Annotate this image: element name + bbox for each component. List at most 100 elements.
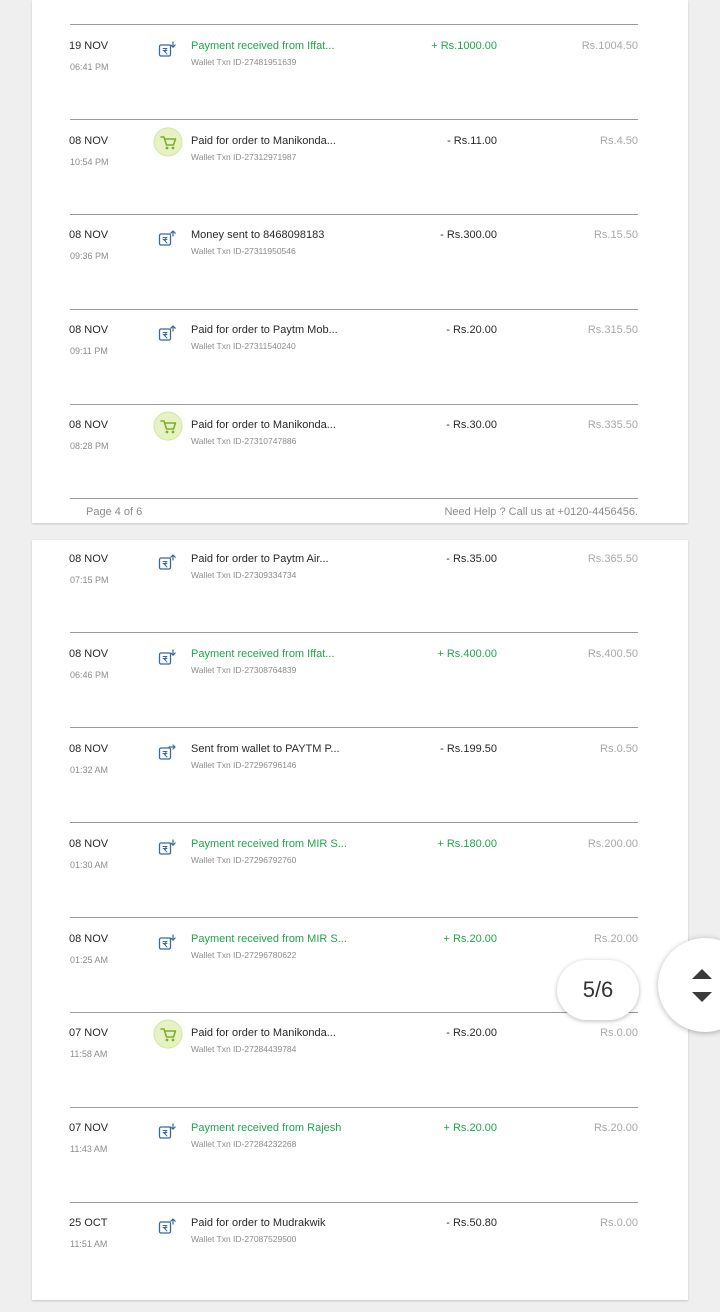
transaction-row: 08 NOV 01:30 AM Payment received from MIR … bbox=[32, 838, 688, 933]
transaction-id: Wallet Txn ID-27481951639 bbox=[191, 57, 297, 67]
transaction-amount: + Rs.180.00 bbox=[437, 838, 497, 850]
wallet-send-icon bbox=[158, 324, 176, 342]
wallet-send-icon bbox=[158, 229, 176, 247]
row-separator bbox=[70, 24, 638, 25]
transaction-description: Payment received from MIR S... bbox=[191, 933, 347, 945]
transaction-date: 08 NOV bbox=[69, 743, 109, 755]
transaction-amount: - Rs.20.00 bbox=[446, 1027, 497, 1039]
transaction-description: Paid for order to Paytm Mob... bbox=[191, 324, 338, 336]
transaction-date: 08 NOV bbox=[69, 229, 109, 241]
closing-balance: Rs.365.50 bbox=[587, 553, 638, 565]
arrow-up-icon[interactable] bbox=[692, 969, 712, 979]
wallet-receive-icon bbox=[158, 933, 176, 951]
transaction-time: 11:43 AM bbox=[70, 1144, 108, 1154]
closing-balance: Rs.15.50 bbox=[593, 229, 638, 241]
transaction-time: 01:32 AM bbox=[70, 765, 109, 775]
transaction-amount: - Rs.300.00 bbox=[440, 229, 497, 241]
transaction-time: 01:25 AM bbox=[70, 955, 109, 965]
transaction-time: 06:41 PM bbox=[70, 62, 109, 72]
transaction-date: 07 NOV bbox=[69, 1027, 109, 1039]
transaction-id: Wallet Txn ID-27308764839 bbox=[191, 665, 297, 675]
transaction-id: Wallet Txn ID-27284232268 bbox=[191, 1139, 297, 1149]
statement-page-4: 19 NOV 06:41 PM Payment received from Iffa… bbox=[32, 0, 688, 523]
row-separator bbox=[70, 1202, 638, 1203]
transaction-amount: + Rs.1000.00 bbox=[431, 40, 497, 52]
wallet-receive-icon bbox=[158, 838, 176, 856]
closing-balance: Rs.200.00 bbox=[587, 838, 638, 850]
transaction-date: 08 NOV bbox=[69, 553, 109, 565]
transaction-id: Wallet Txn ID-27312971987 bbox=[191, 152, 297, 162]
transaction-row: 08 NOV 07:15 PM Paid for order to Paytm Ai… bbox=[32, 553, 688, 648]
transaction-id: Wallet Txn ID-27296792760 bbox=[191, 855, 297, 865]
statement-page-5: 08 NOV 07:15 PM Paid for order to Paytm Ai… bbox=[32, 540, 688, 1300]
transaction-date: 07 NOV bbox=[69, 1122, 109, 1134]
transaction-description: Payment received from Iffat... bbox=[191, 648, 335, 660]
page-indicator: 5/6 bbox=[557, 960, 639, 1020]
transaction-id: Wallet Txn ID-27087529500 bbox=[191, 1234, 297, 1244]
transaction-description: Money sent to 8468098183 bbox=[191, 229, 325, 241]
transaction-time: 09:36 PM bbox=[70, 251, 109, 261]
transaction-row: 08 NOV 01:32 AM Sent from wallet to PAYTM … bbox=[32, 743, 688, 838]
closing-balance: Rs.315.50 bbox=[587, 324, 638, 336]
transaction-amount: + Rs.20.00 bbox=[443, 933, 497, 945]
transaction-date: 08 NOV bbox=[69, 419, 109, 431]
shopping-cart-icon bbox=[153, 411, 183, 441]
bank-transfer-icon bbox=[158, 743, 176, 761]
help-contact-text: Need Help ? Call us at +0120-4456456. bbox=[444, 506, 638, 518]
transaction-amount: - Rs.199.50 bbox=[440, 743, 497, 755]
row-separator bbox=[70, 1012, 638, 1013]
transaction-description: Sent from wallet to PAYTM P... bbox=[191, 743, 340, 755]
transaction-description: Payment received from Rajesh bbox=[191, 1122, 342, 1134]
transaction-date: 19 NOV bbox=[69, 40, 109, 52]
row-separator bbox=[70, 632, 638, 633]
row-separator bbox=[70, 727, 638, 728]
transaction-date: 08 NOV bbox=[69, 933, 109, 945]
page-number-label: Page 4 of 6 bbox=[86, 506, 143, 518]
transaction-amount: - Rs.20.00 bbox=[446, 324, 497, 336]
closing-balance: Rs.1004.50 bbox=[581, 40, 638, 52]
closing-balance: Rs.400.50 bbox=[587, 648, 638, 660]
row-separator bbox=[70, 1107, 638, 1108]
transaction-amount: - Rs.50.80 bbox=[446, 1217, 497, 1229]
wallet-send-icon bbox=[158, 553, 176, 571]
transaction-id: Wallet Txn ID-27311540240 bbox=[191, 341, 296, 351]
transaction-amount: - Rs.30.00 bbox=[446, 419, 497, 431]
row-separator bbox=[70, 214, 638, 215]
transaction-row: 08 NOV 06:46 PM Payment received from Iffa… bbox=[32, 648, 688, 743]
transaction-date: 08 NOV bbox=[69, 135, 109, 147]
transaction-time: 07:15 PM bbox=[70, 575, 109, 585]
transaction-date: 08 NOV bbox=[69, 648, 109, 660]
transaction-id: Wallet Txn ID-27311950546 bbox=[191, 246, 296, 256]
transaction-time: 06:46 PM bbox=[70, 670, 109, 680]
transaction-date: 25 OCT bbox=[69, 1217, 108, 1229]
transaction-amount: - Rs.35.00 bbox=[446, 553, 497, 565]
transaction-description: Payment received from MIR S... bbox=[191, 838, 347, 850]
closing-balance: Rs.20.00 bbox=[593, 1122, 638, 1134]
row-separator bbox=[70, 917, 638, 918]
closing-balance: Rs.0.00 bbox=[600, 1217, 638, 1229]
transaction-id: Wallet Txn ID-27284439784 bbox=[191, 1044, 297, 1054]
row-separator bbox=[70, 404, 638, 405]
wallet-send-icon bbox=[158, 1217, 176, 1235]
transaction-time: 10:54 PM bbox=[70, 157, 109, 167]
wallet-receive-icon bbox=[158, 1122, 176, 1140]
transaction-amount: + Rs.20.00 bbox=[443, 1122, 497, 1134]
transaction-time: 11:51 AM bbox=[70, 1239, 108, 1249]
shopping-cart-icon bbox=[153, 127, 183, 157]
closing-balance: Rs.20.00 bbox=[593, 933, 638, 945]
transaction-description: Paid for order to Manikonda... bbox=[191, 135, 336, 147]
transaction-description: Paid for order to Mudrakwik bbox=[191, 1217, 326, 1229]
transaction-time: 01:30 AM bbox=[70, 860, 109, 870]
transaction-id: Wallet Txn ID-27296780622 bbox=[191, 950, 297, 960]
closing-balance: Rs.0.00 bbox=[600, 1027, 638, 1039]
transaction-row: 08 NOV 10:54 PM Paid for order to Manikond… bbox=[32, 127, 688, 230]
arrow-down-icon[interactable] bbox=[692, 992, 712, 1002]
transaction-time: 11:58 AM bbox=[70, 1049, 108, 1059]
row-separator bbox=[70, 822, 638, 823]
wallet-receive-icon bbox=[158, 648, 176, 666]
closing-balance: Rs.0.50 bbox=[600, 743, 638, 755]
transaction-amount: - Rs.11.00 bbox=[447, 135, 497, 147]
row-separator bbox=[70, 309, 638, 310]
transaction-row: 25 OCT 11:51 AM Paid for order to Mudrakwi… bbox=[32, 1217, 688, 1312]
transaction-description: Paid for order to Paytm Air... bbox=[191, 553, 329, 565]
